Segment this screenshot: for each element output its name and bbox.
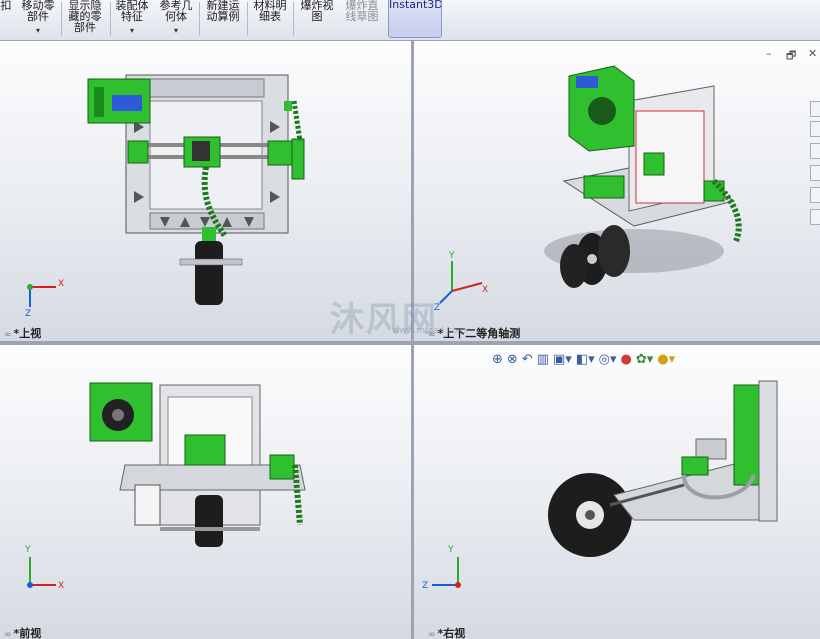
axis-y-label: Y	[449, 251, 455, 261]
view-icon: ∞	[4, 330, 12, 340]
heads-up-view-toolbar: ⊕ ⊗ ↶ ▥ ▣▾ ◧▾ ◎▾ ● ✿▾ ●▾	[492, 349, 675, 369]
viewport-right-label: ∞ *右视	[428, 625, 465, 639]
viewport-front[interactable]: Y X ∞ *前视	[0, 345, 411, 639]
zoom-area-icon[interactable]: ⊗	[507, 352, 518, 367]
assembly-features-button[interactable]: 装配体 特征 ▾	[112, 0, 152, 38]
custom-properties-icon[interactable]	[810, 209, 820, 225]
toolbar-separator	[293, 2, 294, 36]
design-library-icon[interactable]	[810, 121, 820, 137]
viewport-front-label: ∞ *前视	[4, 625, 41, 639]
dropdown-arrow-icon[interactable]: ▾	[156, 25, 196, 36]
exploded-view-button[interactable]: 爆炸视 图	[296, 0, 338, 38]
axis-z-label: Z	[25, 309, 32, 319]
axis-x-label: X	[58, 581, 65, 591]
axis-x-label: X	[58, 279, 65, 289]
watermark-url: www.mfcad.com	[392, 326, 467, 336]
dropdown-arrow-icon[interactable]: ▾	[18, 25, 58, 36]
toolbar-label: 装配体 特征	[115, 0, 149, 23]
task-pane-home-icon[interactable]	[810, 101, 820, 117]
axis-y-label: Y	[25, 545, 31, 555]
view-name: *前视	[13, 627, 42, 639]
axis-triad	[439, 261, 483, 304]
close-button[interactable]: ✕	[808, 47, 817, 60]
minimize-button[interactable]: –	[766, 47, 772, 60]
bill-of-materials-button[interactable]: 材料明 细表	[250, 0, 290, 38]
toolbar-separator	[110, 2, 111, 36]
toolbar-separator	[199, 2, 200, 36]
file-explorer-icon[interactable]	[810, 143, 820, 159]
restore-button[interactable]: 🗗	[786, 47, 796, 66]
view-orientation-icon[interactable]: ▣▾	[553, 352, 572, 367]
toolbar-button-partial[interactable]: 扣	[0, 0, 14, 38]
instant3d-button[interactable]: Instant3D	[388, 0, 442, 38]
display-style-icon[interactable]: ◧▾	[576, 352, 595, 367]
explode-line-sketch-button[interactable]: 爆炸直 线草图	[340, 0, 384, 38]
axis-y-label: Y	[448, 545, 454, 555]
toolbar-label: 爆炸视 图	[300, 0, 334, 23]
toolbar-label: Instant3D	[389, 0, 442, 11]
view-name: *右视	[437, 627, 466, 639]
view-icon: ∞	[428, 630, 436, 639]
move-component-button[interactable]: 移动零 部件 ▾	[18, 0, 58, 38]
section-view-icon[interactable]: ▥	[537, 352, 549, 367]
toolbar-label: 爆炸直 线草图	[345, 0, 379, 23]
toolbar-label: 显示隐 藏的零 部件	[68, 0, 102, 34]
toolbar-label: 移动零 部件	[21, 0, 55, 23]
right-view-model	[548, 380, 778, 557]
viewport-right[interactable]: Y Z ∞ *右视	[414, 345, 820, 639]
toolbar-separator	[61, 2, 62, 36]
apply-scene-icon[interactable]: ✿▾	[636, 352, 653, 367]
toolbar-label: 新建运 动算例	[206, 0, 240, 23]
dropdown-arrow-icon[interactable]: ▾	[112, 25, 152, 36]
edit-appearance-icon[interactable]: ●	[621, 352, 632, 367]
toolbar-separator	[247, 2, 248, 36]
view-name: *上视	[13, 327, 42, 340]
axis-x-label: X	[482, 285, 489, 295]
view-settings-icon[interactable]: ●▾	[657, 352, 675, 367]
toolbar-label: 参考几 何体	[159, 0, 193, 23]
reference-geometry-button[interactable]: 参考几 何体 ▾	[156, 0, 196, 38]
viewport-horizontal-splitter[interactable]	[0, 341, 820, 345]
zoom-to-fit-icon[interactable]: ⊕	[492, 352, 503, 367]
view-palette-icon[interactable]	[810, 165, 820, 181]
view-icon: ∞	[4, 630, 12, 639]
command-manager-toolbar: 扣 移动零 部件 ▾ 显示隐 藏的零 部件 装配体 特征 ▾ 参考几 何体 ▾ 新建运…	[0, 0, 820, 41]
appearances-icon[interactable]	[810, 187, 820, 203]
hide-show-icon[interactable]: ◎▾	[599, 352, 617, 367]
show-hidden-components-button[interactable]: 显示隐 藏的零 部件	[63, 0, 107, 38]
axis-triad	[432, 557, 461, 588]
toolbar-label: 材料明 细表	[253, 0, 287, 23]
viewport-top-label: ∞ *上视	[4, 325, 41, 341]
viewport-isometric[interactable]: Y X Z ∞ *上下二等角轴测 – 🗗 ✕	[414, 41, 820, 341]
toolbar-label: 扣	[0, 0, 12, 12]
new-motion-study-button[interactable]: 新建运 动算例	[202, 0, 244, 38]
previous-view-icon[interactable]: ↶	[522, 352, 533, 367]
axis-z-label: Z	[422, 581, 429, 591]
